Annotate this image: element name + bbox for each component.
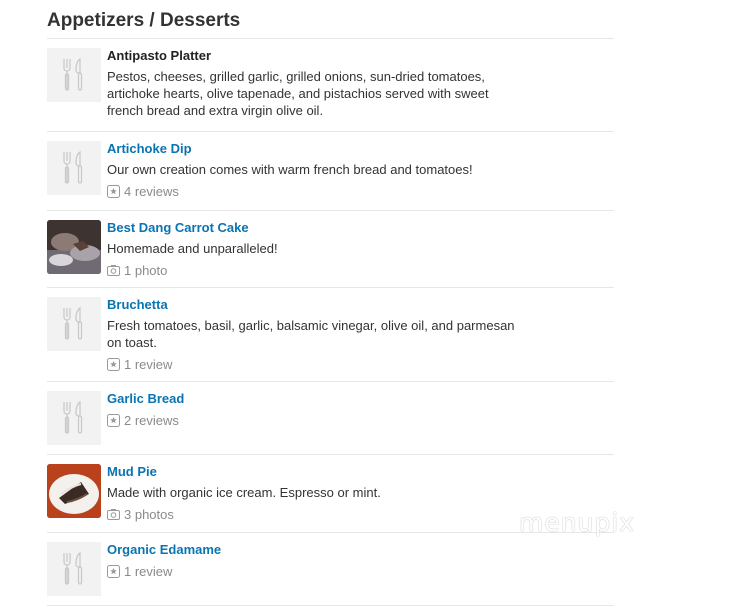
review-star-icon: [107, 565, 120, 578]
fork-knife-icon: [47, 141, 101, 195]
meta-label: 1 review: [124, 564, 173, 579]
menupix-watermark: menupix: [519, 508, 636, 537]
review-star-icon: [107, 414, 120, 427]
fork-knife-icon: [47, 297, 101, 351]
photos-link[interactable]: 1 photo: [107, 262, 614, 279]
fork-knife-icon: [47, 542, 101, 596]
item-name-link[interactable]: Mud Pie: [107, 464, 614, 480]
reviews-link[interactable]: 1 review: [107, 356, 614, 373]
meta-label: 1 photo: [124, 263, 168, 278]
item-description: Made with organic ice cream. Espresso or…: [107, 485, 381, 500]
menu-item: Best Dang Carrot Cake Homemade and unpar…: [47, 211, 614, 288]
item-name-link[interactable]: Organic Edamame: [107, 542, 614, 558]
meta-label: 3 photos: [124, 507, 174, 522]
fork-knife-icon: [47, 391, 101, 445]
menu-item: Antipasto Platter Pestos, cheeses, grill…: [47, 39, 614, 132]
meta-label: 1 review: [124, 357, 173, 372]
item-name-link[interactable]: Bruchetta: [107, 297, 614, 313]
menu-item: Garlic Bread 2 reviews: [47, 382, 614, 455]
item-name-link[interactable]: Garlic Bread: [107, 391, 614, 407]
review-star-icon: [107, 185, 120, 198]
item-description: Our own creation comes with warm french …: [107, 162, 473, 177]
reviews-link[interactable]: 2 reviews: [107, 412, 614, 429]
item-description: Pestos, cheeses, grilled garlic, grilled…: [107, 69, 489, 118]
menu-item: Artichoke Dip Our own creation comes wit…: [47, 132, 614, 211]
item-description: Homemade and unparalleled!: [107, 241, 278, 256]
reviews-link[interactable]: 1 review: [107, 563, 614, 580]
item-photo[interactable]: [47, 220, 101, 274]
meta-label: 2 reviews: [124, 413, 179, 428]
item-name-link[interactable]: Best Dang Carrot Cake: [107, 220, 614, 236]
section-title: Appetizers / Desserts: [47, 0, 614, 39]
camera-icon: [107, 508, 120, 521]
menu-item: Bruchetta Fresh tomatoes, basil, garlic,…: [47, 288, 614, 382]
menu-item: Organic Edamame 1 review: [47, 533, 614, 606]
meta-label: 4 reviews: [124, 184, 179, 199]
item-description: Fresh tomatoes, basil, garlic, balsamic …: [107, 318, 515, 350]
review-star-icon: [107, 358, 120, 371]
reviews-link[interactable]: 4 reviews: [107, 183, 614, 200]
item-photo[interactable]: [47, 464, 101, 518]
item-name-link[interactable]: Artichoke Dip: [107, 141, 614, 157]
camera-icon: [107, 264, 120, 277]
fork-knife-icon: [47, 48, 101, 102]
item-name: Antipasto Platter: [107, 48, 212, 63]
